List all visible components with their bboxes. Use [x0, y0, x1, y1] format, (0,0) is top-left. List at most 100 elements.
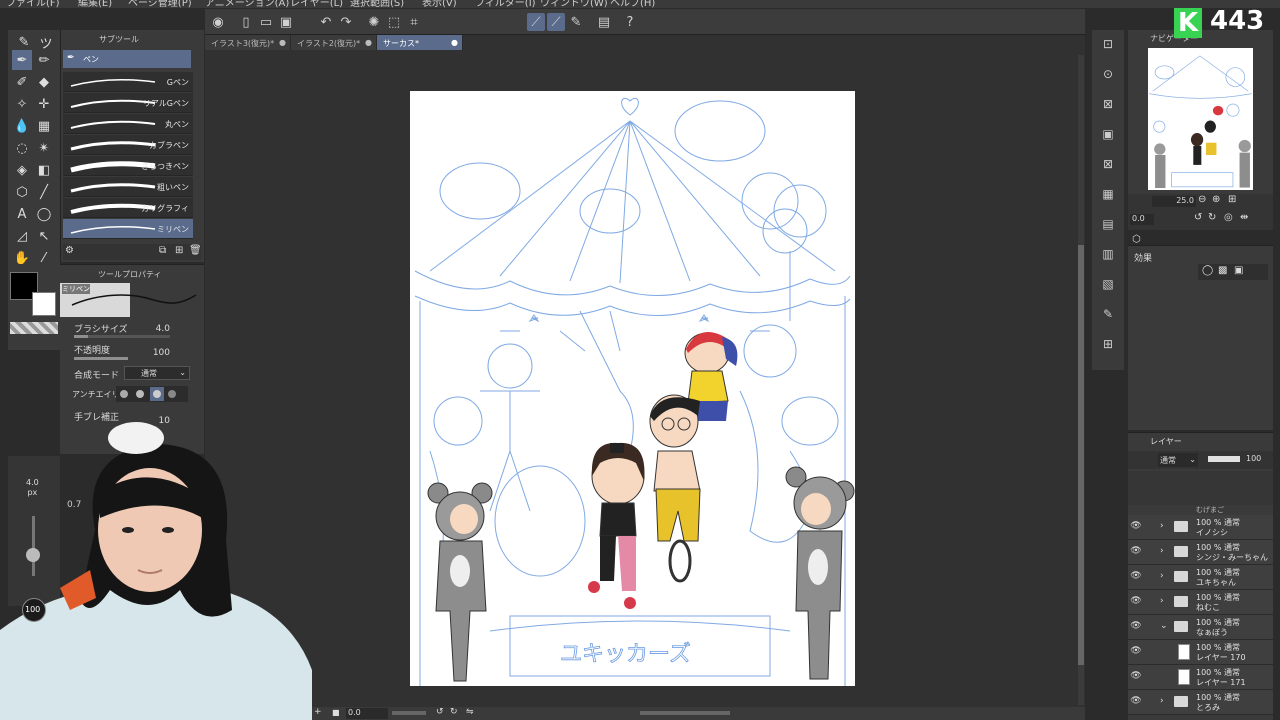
brush-item[interactable]: Gペン: [63, 72, 193, 92]
menu-window[interactable]: ウィンドウ(W): [540, 0, 608, 8]
flip-icon[interactable]: ⇋: [466, 707, 474, 717]
eraser-tool-icon[interactable]: ◆: [34, 72, 54, 92]
clear-icon[interactable]: ✺: [365, 13, 383, 31]
tone-effect-icon[interactable]: ▩: [1218, 265, 1227, 276]
layer-row[interactable]: 👁 100 % 通常 レイヤー 171: [1128, 665, 1273, 690]
brush-item[interactable]: ミリペン: [63, 219, 193, 239]
app-icon[interactable]: ◉: [209, 13, 227, 31]
chevron-right-icon[interactable]: ›: [1160, 571, 1164, 581]
fit-icon[interactable]: ⊞: [1228, 194, 1236, 205]
fill-tool-icon[interactable]: ◈: [12, 160, 32, 180]
material-icon[interactable]: ▣: [1098, 124, 1118, 144]
eye-icon[interactable]: 👁: [1130, 596, 1142, 608]
layer-row[interactable]: 👁 ⌄ 100 % 通常 なぁぼう: [1128, 615, 1273, 640]
brush-item[interactable]: 丸ペン: [63, 114, 193, 134]
eye-icon[interactable]: 👁: [1130, 621, 1142, 633]
transform-icon[interactable]: ⬚: [385, 13, 403, 31]
lasso-tool-icon[interactable]: ◌: [12, 138, 32, 158]
drawing-canvas[interactable]: ユキッカーズ: [410, 91, 855, 686]
pencil-tool-icon[interactable]: ✏: [34, 50, 54, 70]
navigator-icon[interactable]: ⊡: [1098, 34, 1118, 54]
chevron-right-icon[interactable]: ›: [1160, 596, 1164, 606]
edit-icon[interactable]: ✎: [1098, 304, 1118, 324]
opacity-value[interactable]: 100: [148, 348, 170, 358]
navigator-zoom[interactable]: 25.0: [1152, 196, 1196, 207]
navigator-thumbnail[interactable]: [1148, 48, 1253, 190]
open-folder-icon[interactable]: ▭: [257, 13, 275, 31]
eye-icon[interactable]: 👁: [1130, 646, 1142, 658]
gallery-icon[interactable]: ⊞: [1098, 334, 1118, 354]
border-effect-icon[interactable]: ◯: [1202, 265, 1213, 276]
rotate-right-icon[interactable]: ↻: [450, 707, 458, 717]
text-tool-icon[interactable]: A: [12, 204, 32, 224]
line-tool-icon[interactable]: ╱: [34, 182, 54, 202]
menu-help[interactable]: ヘルプ(H): [610, 0, 655, 8]
menu-animation[interactable]: アニメーション(A): [205, 0, 289, 8]
subtool-settings-icon[interactable]: ⚙: [65, 245, 74, 256]
tool-menu-icon[interactable]: ツ: [36, 32, 56, 52]
copy-subtool-icon[interactable]: ⧉: [159, 245, 166, 256]
auto-action-icon[interactable]: ▥: [1098, 244, 1118, 264]
subtool-tab[interactable]: サブツール: [99, 34, 139, 45]
layer-blend-select[interactable]: 通常 ⌄: [1158, 453, 1198, 467]
brush-item[interactable]: リアルGペン: [63, 93, 193, 113]
reset-rotate-icon[interactable]: ◎: [1224, 212, 1233, 223]
transparent-color-swatch[interactable]: [10, 322, 58, 334]
balloon-tool-icon[interactable]: ◯: [34, 204, 54, 224]
layer-opacity-value[interactable]: 100: [1246, 454, 1261, 463]
effect-buttons[interactable]: ◯ ▩ ▣: [1198, 264, 1268, 280]
redo-icon[interactable]: ↷: [337, 13, 355, 31]
delete-subtool-icon[interactable]: 🗑: [189, 245, 202, 256]
ruler-tool-icon[interactable]: ↖: [34, 226, 54, 246]
menu-layer[interactable]: レイヤー(L): [290, 0, 343, 8]
new-subtool-icon[interactable]: ⊞: [175, 245, 183, 256]
add-icon[interactable]: +: [314, 707, 322, 717]
layer-row[interactable]: 👁 › 100 % 通常 とろみ: [1128, 690, 1273, 715]
layer-property-tab-icon[interactable]: ⬡: [1132, 234, 1141, 245]
eye-icon[interactable]: 👁: [1130, 521, 1142, 533]
menu-page[interactable]: ページ管理(P): [128, 0, 192, 8]
layer-row[interactable]: 👁 › 100 % 通常 ねむこ: [1128, 590, 1273, 615]
menu-file[interactable]: ファイル(F): [6, 0, 60, 8]
antialias-selector[interactable]: [116, 386, 188, 402]
gradient-tool-icon[interactable]: ◧: [34, 160, 54, 180]
menu-selection[interactable]: 選択範囲(S): [350, 0, 404, 8]
zoom-in-icon[interactable]: ⊕: [1212, 194, 1220, 205]
help-icon[interactable]: ?: [621, 13, 639, 31]
layer-search-icon[interactable]: ⊠: [1098, 94, 1118, 114]
layer-row[interactable]: 👁 100 % 通常 レイヤー 170: [1128, 640, 1273, 665]
brush-item[interactable]: カリグラフィ: [63, 198, 193, 218]
blend-tool-icon[interactable]: 💧: [12, 116, 32, 136]
info-icon[interactable]: ▧: [1098, 274, 1118, 294]
decoration-tool-icon[interactable]: ✧: [12, 94, 32, 114]
search-icon[interactable]: ⊙: [1098, 64, 1118, 84]
hscroll[interactable]: [640, 711, 730, 715]
snap-special-icon[interactable]: ⟋: [547, 13, 565, 31]
brush-item[interactable]: 粗いペン: [63, 177, 193, 197]
layer-color-icon[interactable]: ▣: [1234, 265, 1243, 276]
brush-tool-icon-2[interactable]: ✐: [12, 72, 32, 92]
brush-size-slider[interactable]: [74, 335, 170, 338]
doc-tab-1[interactable]: イラスト3(復元)* ●: [205, 35, 291, 50]
eye-icon[interactable]: 👁: [1130, 571, 1142, 583]
save-icon[interactable]: ▣: [277, 13, 295, 31]
menu-filter[interactable]: フィルター(I): [475, 0, 536, 8]
brush-item[interactable]: カブラペン: [63, 135, 193, 155]
frame-tool-icon[interactable]: ◿: [12, 226, 32, 246]
canvas-vscroll[interactable]: [1078, 55, 1084, 705]
rotate-left-nav-icon[interactable]: ↺: [1194, 212, 1202, 223]
object-tool-icon[interactable]: ⬡: [12, 182, 32, 202]
menu-view[interactable]: 表示(V): [422, 0, 457, 8]
chevron-right-icon[interactable]: ›: [1160, 521, 1164, 531]
rotate-right-nav-icon[interactable]: ↻: [1208, 212, 1216, 223]
sub-color-swatch[interactable]: [32, 292, 56, 316]
menu-edit[interactable]: 編集(E): [78, 0, 112, 8]
pen-tool-icon[interactable]: ✒: [12, 50, 32, 70]
layer-tab[interactable]: レイヤー: [1150, 436, 1182, 447]
brush-tool-icon[interactable]: ✎: [14, 32, 34, 52]
opacity-slider[interactable]: [74, 357, 128, 360]
close-panel-icon[interactable]: ⊠: [1098, 154, 1118, 174]
undo-icon[interactable]: ↶: [317, 13, 335, 31]
navigator-angle[interactable]: 0.0: [1130, 214, 1154, 225]
pen-pressure-icon[interactable]: ✎: [567, 13, 585, 31]
